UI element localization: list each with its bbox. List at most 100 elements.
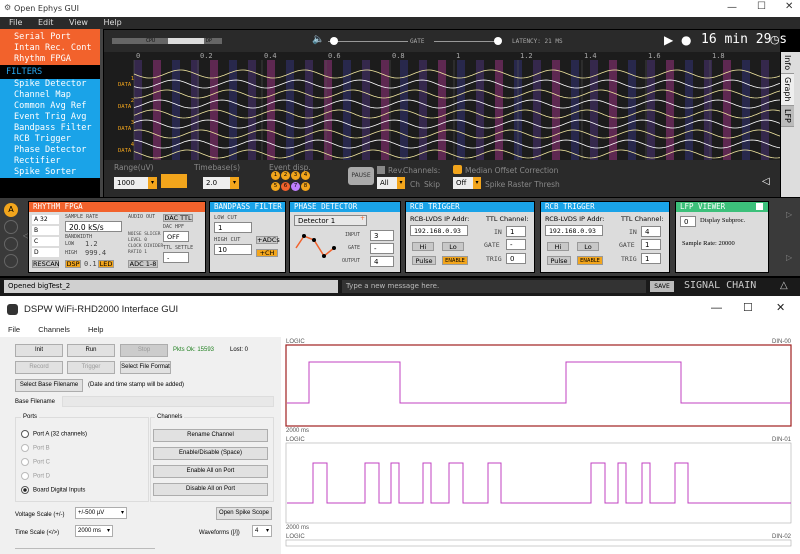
processor-item-rectifier[interactable]: Rectifier: [0, 156, 100, 167]
tab-graph[interactable]: Graph: [781, 74, 794, 106]
chain-slot-button[interactable]: [4, 220, 18, 234]
processor-item-spike-sorter[interactable]: Spike Sorter: [0, 167, 100, 178]
signal-chain-toggle-icon[interactable]: △: [780, 280, 788, 291]
waveforms-combo[interactable]: 4 ▾: [252, 525, 272, 537]
processor-item-bandpass-filter[interactable]: Bandpass Filter: [0, 123, 100, 134]
port-b-radio[interactable]: Port B: [21, 444, 50, 452]
rcb-gate-combo[interactable]: 1: [641, 239, 661, 250]
filters-header[interactable]: FILTERS: [0, 65, 100, 79]
maximize-icon[interactable]: ☐: [757, 1, 766, 12]
rcb-enable-button[interactable]: ENABLE: [442, 256, 468, 265]
lfp-viewer-open-icon[interactable]: [756, 203, 763, 210]
channels-dropdown-icon[interactable]: ▾: [397, 177, 405, 189]
dac-ttl-button[interactable]: DAC TTL: [163, 214, 193, 222]
menu-channels[interactable]: Channels: [38, 325, 70, 334]
high-cut-input[interactable]: 10: [214, 244, 252, 255]
minimize-icon[interactable]: —: [727, 2, 737, 13]
event-channel-button[interactable]: 7: [291, 182, 300, 191]
dac-hpf-combo[interactable]: OFF: [163, 231, 189, 242]
spike-raster-dropdown-icon[interactable]: ▾: [473, 177, 481, 189]
high-value[interactable]: 999.4: [85, 249, 106, 257]
gate-combo[interactable]: -: [370, 243, 394, 254]
chain-slot-button[interactable]: [4, 254, 18, 268]
port-a-radio[interactable]: Port A (32 channels): [21, 430, 87, 438]
volume-icon[interactable]: 🔈: [312, 34, 324, 45]
rcb-pulse-button[interactable]: Pulse: [412, 256, 436, 265]
range-unit-toggle[interactable]: [161, 174, 187, 188]
pause-button[interactable]: PAUSE: [348, 167, 374, 185]
led-toggle[interactable]: LED: [98, 260, 114, 268]
rcb-in-combo[interactable]: 1: [506, 226, 526, 237]
processor-item-phase-detector[interactable]: Phase Detector: [0, 145, 100, 156]
rcb-lo-button[interactable]: Lo: [442, 242, 464, 251]
port-d-row[interactable]: D: [32, 248, 59, 257]
output-combo[interactable]: 4: [370, 256, 394, 267]
median-offset-checkbox[interactable]: [453, 165, 462, 174]
lfp-trace-canvas[interactable]: [104, 52, 780, 160]
menu-help[interactable]: Help: [104, 18, 122, 27]
rcb-ip-input[interactable]: 192.168.0.93: [410, 225, 468, 236]
rcb-trig-combo[interactable]: 1: [641, 253, 661, 264]
detector-combo[interactable]: Detector 1: [294, 215, 367, 226]
rename-channel-button[interactable]: Rename Channel: [153, 429, 268, 442]
bottom-tabs-partial[interactable]: [15, 548, 155, 554]
rhythm-fpga-title[interactable]: RHYTHM FPGA: [29, 202, 205, 212]
menu-help[interactable]: Help: [88, 325, 103, 334]
menu-file[interactable]: File: [8, 325, 20, 334]
menu-edit[interactable]: Edit: [38, 18, 54, 27]
reverse-checkbox[interactable]: [377, 166, 385, 174]
gate-slider[interactable]: [434, 41, 500, 42]
lfp-viewer-title[interactable]: LFP VIEWER: [676, 202, 768, 212]
low-value[interactable]: 1.2: [85, 240, 98, 248]
rcb-gate-combo[interactable]: -: [506, 239, 526, 250]
menu-file[interactable]: File: [9, 18, 22, 27]
processor-list-scrollbar[interactable]: [100, 29, 103, 197]
timebase-combo[interactable]: 2.0 ▾: [203, 177, 239, 189]
board-digital-inputs-radio[interactable]: Board Digital Inputs: [21, 486, 85, 494]
clock-toggle-icon[interactable]: ◷: [770, 33, 780, 46]
channels-combo[interactable]: All ▾: [377, 177, 405, 189]
menu-view[interactable]: View: [69, 18, 88, 27]
rcb-lo-button[interactable]: Lo: [577, 242, 599, 251]
event-channel-button[interactable]: 8: [301, 182, 310, 191]
event-channel-button[interactable]: 3: [291, 171, 300, 180]
port-b-row[interactable]: B: [32, 226, 59, 235]
close-icon[interactable]: ✕: [776, 301, 785, 314]
trigger-button[interactable]: Trigger: [67, 361, 115, 374]
channel-label[interactable]: 3 DATA: [118, 120, 134, 132]
rcb-trigger-title[interactable]: RCB TRIGGER: [541, 202, 669, 212]
event-channel-button[interactable]: 5: [271, 182, 280, 191]
bandpass-title[interactable]: BANDPASS FILTER: [210, 202, 285, 212]
processor-item-common-avg-ref[interactable]: Common Avg Ref: [0, 101, 100, 112]
gate-slider-handle[interactable]: [494, 37, 502, 45]
event-channel-button[interactable]: 4: [301, 171, 310, 180]
enable-disable-button[interactable]: Enable/Disable (Space): [153, 447, 268, 460]
select-base-filename-button[interactable]: Select Base Filename: [15, 379, 83, 392]
select-file-format-button[interactable]: Select File Format: [120, 361, 171, 374]
stop-button[interactable]: Stop: [120, 344, 168, 357]
channel-label[interactable]: 4 DATA: [118, 142, 134, 154]
adc-button[interactable]: ADC 1-8: [128, 260, 158, 268]
spike-raster-combo[interactable]: Off ▾: [453, 177, 481, 189]
timebase-dropdown-icon[interactable]: ▾: [230, 177, 239, 189]
disable-all-button[interactable]: Disable All on Port: [153, 483, 268, 496]
subprocessor-combo[interactable]: 0: [680, 216, 696, 227]
init-button[interactable]: Init: [15, 344, 63, 357]
voltage-scale-combo[interactable]: +/-500 µV ▾: [75, 507, 127, 519]
port-c-radio[interactable]: Port C: [21, 458, 50, 466]
tab-lfp[interactable]: LFP: [781, 105, 794, 127]
tab-info[interactable]: Info: [781, 52, 794, 75]
event-channel-button[interactable]: 6: [281, 182, 290, 191]
record-button[interactable]: Record: [15, 361, 63, 374]
port-a-row[interactable]: A 32: [32, 215, 59, 224]
channel-label[interactable]: 1 DATA: [118, 76, 134, 88]
run-button[interactable]: Run: [67, 344, 115, 357]
scroll-right-icon[interactable]: ▷: [786, 210, 792, 219]
open-spike-scope-button[interactable]: Open Spike Scope: [216, 507, 272, 520]
phase-detector-title[interactable]: PHASE DETECTOR: [290, 202, 400, 212]
rcb-ip-input[interactable]: 192.168.0.93: [545, 225, 603, 236]
channel-label[interactable]: 2 DATA: [118, 98, 134, 110]
dsp-value[interactable]: 0.1: [84, 260, 97, 268]
maximize-icon[interactable]: ☐: [743, 301, 753, 314]
low-cut-input[interactable]: 1: [214, 222, 252, 233]
